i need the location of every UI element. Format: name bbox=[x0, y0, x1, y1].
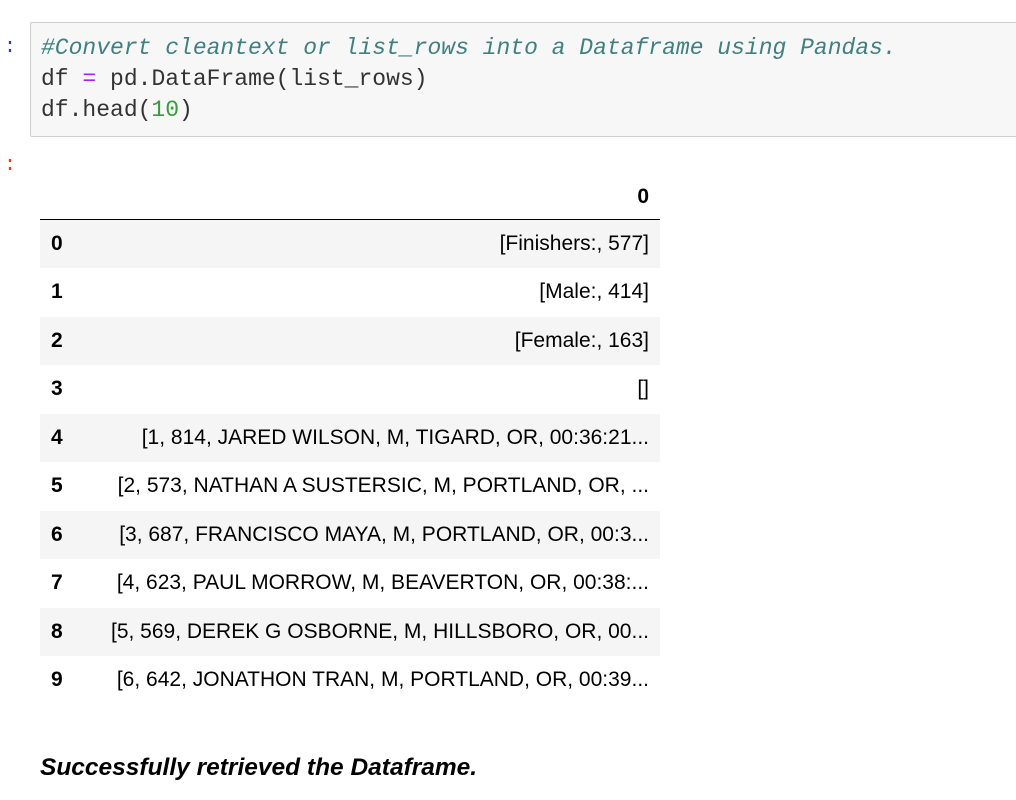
table-row: 5 [2, 573, NATHAN A SUSTERSIC, M, PORTLA… bbox=[40, 462, 660, 511]
output-prompt: : bbox=[4, 154, 17, 177]
table-row: 7 [4, 623, PAUL MORROW, M, BEAVERTON, OR… bbox=[40, 559, 660, 608]
row-index: 7 bbox=[51, 571, 63, 595]
code-call: df.head( bbox=[41, 97, 152, 123]
code-variable: df bbox=[41, 66, 69, 92]
dataframe-table: 0 0 [Finishers:, 577] 1 [Male:, 414] 2 [… bbox=[40, 174, 660, 705]
code-operator: = bbox=[82, 66, 97, 92]
row-value: [5, 569, DEREK G OSBORNE, M, HILLSBORO, … bbox=[110, 619, 649, 643]
table-header-row: 0 bbox=[40, 174, 660, 220]
code-number: 10 bbox=[151, 97, 180, 123]
row-value: [6, 642, JONATHON TRAN, M, PORTLAND, OR,… bbox=[116, 668, 649, 692]
code-cell[interactable]: #Convert cleantext or list_rows into a D… bbox=[30, 22, 1016, 137]
index-header bbox=[40, 174, 84, 220]
row-index: 0 bbox=[51, 232, 63, 255]
table-row: 3 [] bbox=[40, 365, 660, 414]
row-index: 3 bbox=[51, 377, 63, 401]
row-value: [Male:, 414] bbox=[539, 280, 649, 304]
row-value: [2, 573, NATHAN A SUSTERSIC, M, PORTLAND… bbox=[117, 474, 649, 498]
code-line-3: df.head(10) bbox=[41, 95, 1016, 126]
status-message: Successfully retrieved the Dataframe. bbox=[40, 754, 478, 781]
column-header: 0 bbox=[84, 174, 660, 220]
row-index: 1 bbox=[51, 280, 63, 304]
table-row: 6 [3, 687, FRANCISCO MAYA, M, PORTLAND, … bbox=[40, 510, 660, 559]
table-row: 4 [1, 814, JARED WILSON, M, TIGARD, OR, … bbox=[40, 413, 660, 462]
table-row: 2 [Female:, 163] bbox=[40, 316, 660, 365]
table-row: 1 [Male:, 414] bbox=[40, 268, 660, 317]
code-comment: #Convert cleantext or list_rows into a D… bbox=[41, 35, 897, 61]
table-row: 9 [6, 642, JONATHON TRAN, M, PORTLAND, O… bbox=[40, 656, 660, 705]
output-area: 0 0 [Finishers:, 577] 1 [Male:, 414] 2 [… bbox=[40, 174, 660, 705]
row-value: [4, 623, PAUL MORROW, M, BEAVERTON, OR, … bbox=[116, 571, 649, 595]
code-line-1: #Convert cleantext or list_rows into a D… bbox=[41, 33, 1016, 64]
row-index: 9 bbox=[51, 668, 63, 692]
input-prompt: : bbox=[4, 36, 17, 59]
row-value: [Female:, 163] bbox=[514, 328, 649, 352]
code-close-paren: ) bbox=[179, 97, 193, 123]
table-row: 0 [Finishers:, 577] bbox=[40, 219, 660, 268]
row-index: 8 bbox=[51, 619, 63, 643]
row-value: [1, 814, JARED WILSON, M, TIGARD, OR, 00… bbox=[141, 425, 649, 449]
code-expression: pd.DataFrame(list_rows) bbox=[110, 66, 428, 92]
row-index: 2 bbox=[51, 328, 63, 352]
row-value: [] bbox=[637, 377, 649, 401]
table-row: 8 [5, 569, DEREK G OSBORNE, M, HILLSBORO… bbox=[40, 607, 660, 656]
row-value: [3, 687, FRANCISCO MAYA, M, PORTLAND, OR… bbox=[119, 522, 649, 546]
row-index: 5 bbox=[51, 474, 63, 498]
code-line-2: df = pd.DataFrame(list_rows) bbox=[41, 64, 1016, 95]
row-value: [Finishers:, 577] bbox=[499, 232, 649, 255]
row-index: 4 bbox=[51, 425, 63, 449]
row-index: 6 bbox=[51, 522, 63, 546]
